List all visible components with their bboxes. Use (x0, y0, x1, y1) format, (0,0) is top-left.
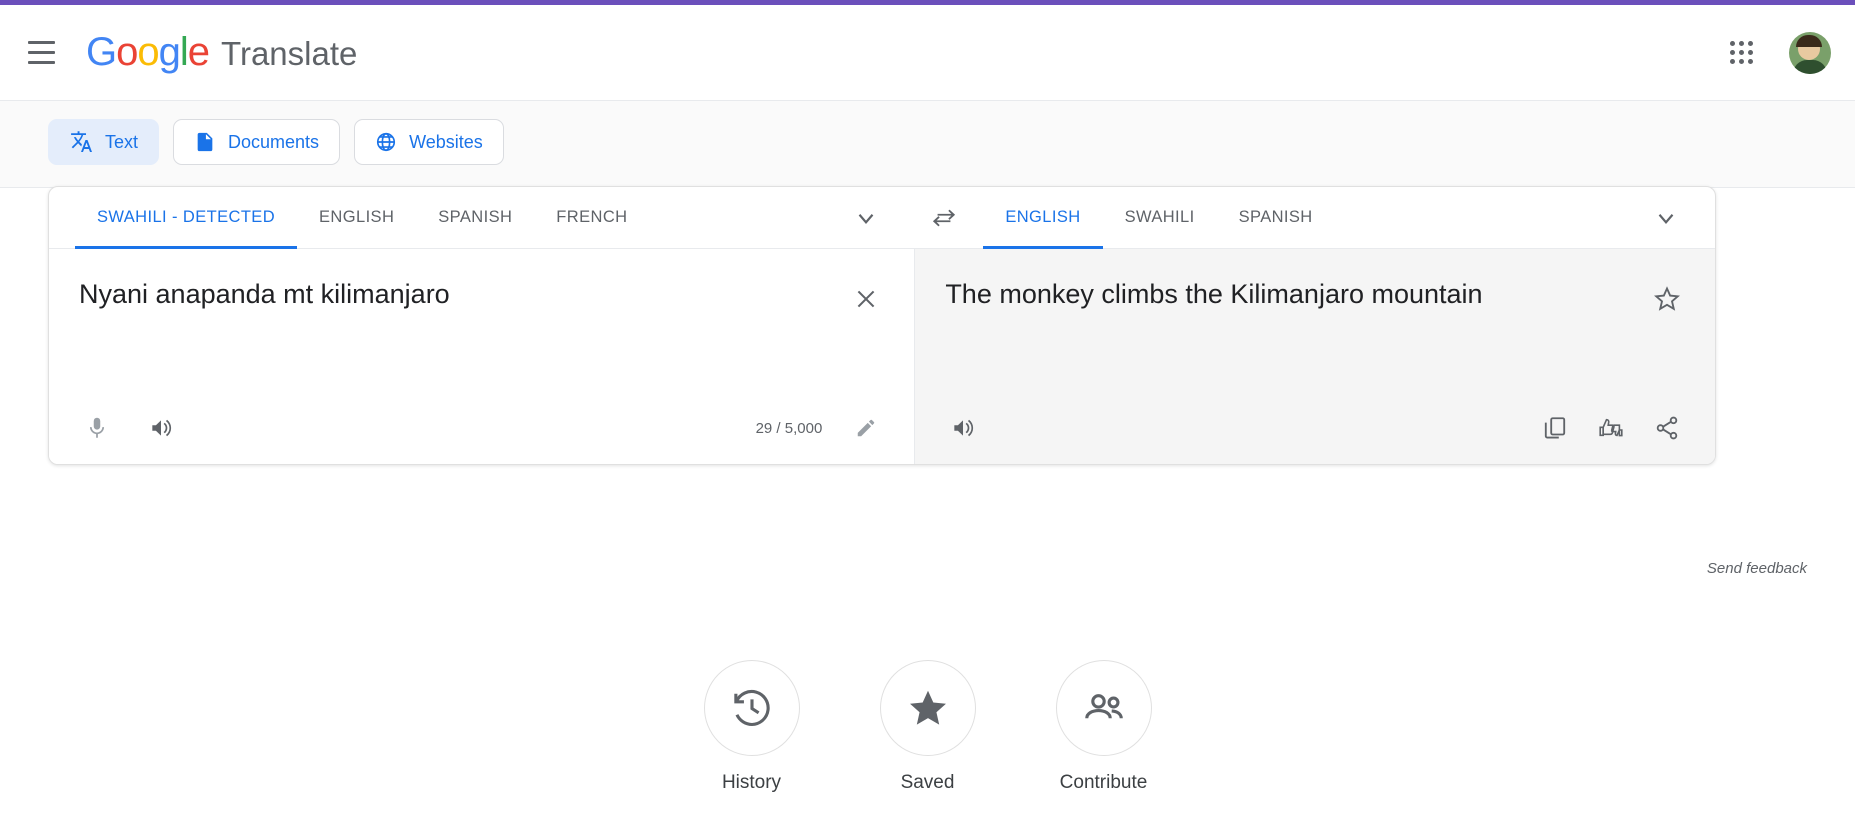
source-more-languages-chevron-down-icon[interactable] (843, 195, 889, 241)
share-icon[interactable] (1645, 406, 1689, 450)
target-lang-label: SWAHILI (1124, 208, 1195, 226)
document-icon (194, 131, 216, 153)
logo-letter-o2: o (137, 30, 159, 74)
hamburger-line (27, 51, 55, 54)
tab-websites-label: Websites (409, 131, 483, 152)
avatar-hair (1796, 34, 1822, 47)
pencil-edit-icon[interactable] (844, 406, 888, 450)
source-toolbar-left (75, 406, 183, 450)
logo-letter-g2: g (158, 30, 181, 74)
translate-panes: Nyani anapanda mt kilimanjaro 29 / 5,000… (49, 249, 1715, 464)
source-pane: Nyani anapanda mt kilimanjaro 29 / 5,000 (49, 249, 916, 464)
google-translate-page: Google Translate Text Documents Websites… (0, 0, 1855, 831)
tab-documents-label: Documents (228, 131, 320, 152)
logo-letter-g1: G (86, 30, 117, 74)
google-wordmark: Google (86, 30, 210, 75)
history-clock-icon (703, 660, 800, 756)
source-toolbar: 29 / 5,000 (49, 392, 914, 464)
target-toolbar (915, 392, 1715, 464)
source-lang-label: ENGLISH (319, 208, 395, 226)
target-more-languages-chevron-down-icon[interactable] (1643, 195, 1689, 241)
source-language-tabs: SWAHILI - DETECTED ENGLISH SPANISH FRENC… (49, 187, 915, 249)
account-avatar[interactable] (1789, 31, 1831, 74)
tab-documents[interactable]: Documents (173, 119, 341, 165)
character-counter: 29 / 5,000 (755, 419, 823, 437)
source-text-input[interactable]: Nyani anapanda mt kilimanjaro (79, 277, 844, 313)
source-lang-tab-english[interactable]: ENGLISH (297, 187, 416, 248)
translate-icon (69, 130, 93, 154)
header-actions (1720, 31, 1831, 74)
logo-letter-l: l (179, 30, 189, 74)
google-apps-grid-icon[interactable] (1720, 31, 1763, 74)
translate-card: SWAHILI - DETECTED ENGLISH SPANISH FRENC… (48, 186, 1716, 465)
feature-contribute-label: Contribute (1059, 772, 1148, 793)
source-lang-tab-swahili[interactable]: SWAHILI - DETECTED (75, 187, 298, 249)
target-pane: The monkey climbs the Kilimanjaro mounta… (915, 249, 1715, 464)
target-body: The monkey climbs the Kilimanjaro mounta… (915, 249, 1715, 321)
hamburger-line (27, 41, 55, 44)
star-filled-icon (879, 660, 976, 756)
copy-icon[interactable] (1533, 406, 1577, 450)
target-language-tabs: ENGLISH SWAHILI SPANISH (973, 187, 1715, 249)
source-body: Nyani anapanda mt kilimanjaro (49, 249, 914, 321)
target-lang-tab-spanish[interactable]: SPANISH (1217, 187, 1335, 248)
source-lang-tab-french[interactable]: FRENCH (534, 187, 649, 248)
source-lang-tab-spanish[interactable]: SPANISH (416, 187, 534, 248)
translated-text: The monkey climbs the Kilimanjaro mounta… (945, 279, 1483, 309)
feature-saved-label: Saved (900, 772, 955, 793)
target-lang-label: ENGLISH (1005, 208, 1081, 226)
source-lang-label: SPANISH (438, 208, 513, 226)
feature-history-label: History (721, 772, 782, 793)
swap-languages-icon[interactable] (915, 187, 973, 248)
source-lang-label: FRENCH (556, 208, 628, 226)
mode-tabs: Text Documents Websites (0, 101, 1855, 188)
feature-contribute[interactable]: Contribute (1055, 660, 1152, 794)
app-header: Google Translate (0, 5, 1855, 101)
avatar-body (1793, 59, 1827, 74)
brand-logo[interactable]: Google Translate (86, 30, 357, 75)
feature-history[interactable]: History (703, 660, 800, 794)
target-lang-tab-english[interactable]: ENGLISH (983, 187, 1103, 249)
microphone-icon[interactable] (75, 406, 119, 450)
source-lang-label: SWAHILI - DETECTED (97, 208, 276, 226)
target-lang-label: SPANISH (1238, 208, 1313, 226)
target-toolbar-right (1533, 406, 1689, 450)
send-feedback-link[interactable]: Send feedback (0, 560, 1807, 577)
target-lang-tab-swahili[interactable]: SWAHILI (1103, 187, 1217, 248)
language-bar: SWAHILI - DETECTED ENGLISH SPANISH FRENC… (49, 187, 1715, 249)
product-name: Translate (221, 35, 358, 72)
hamburger-line (27, 61, 55, 64)
feature-buttons: History Saved Contribute (0, 660, 1855, 794)
source-speaker-icon[interactable] (139, 406, 183, 450)
target-speaker-icon[interactable] (941, 406, 985, 450)
logo-letter-e: e (187, 30, 210, 74)
logo-letter-o1: o (116, 30, 138, 74)
people-contribute-icon (1055, 660, 1152, 756)
globe-icon (375, 131, 397, 153)
clear-source-close-icon[interactable] (844, 277, 888, 321)
thumbs-rate-icon[interactable] (1589, 406, 1633, 450)
star-outline-icon[interactable] (1645, 277, 1689, 321)
tab-text-label: Text (105, 131, 139, 152)
hamburger-menu-icon[interactable] (14, 26, 68, 80)
tab-websites[interactable]: Websites (354, 119, 504, 165)
target-toolbar-left (941, 406, 985, 450)
tab-text[interactable]: Text (48, 119, 160, 165)
feature-saved[interactable]: Saved (879, 660, 976, 794)
source-toolbar-right: 29 / 5,000 (756, 406, 889, 450)
